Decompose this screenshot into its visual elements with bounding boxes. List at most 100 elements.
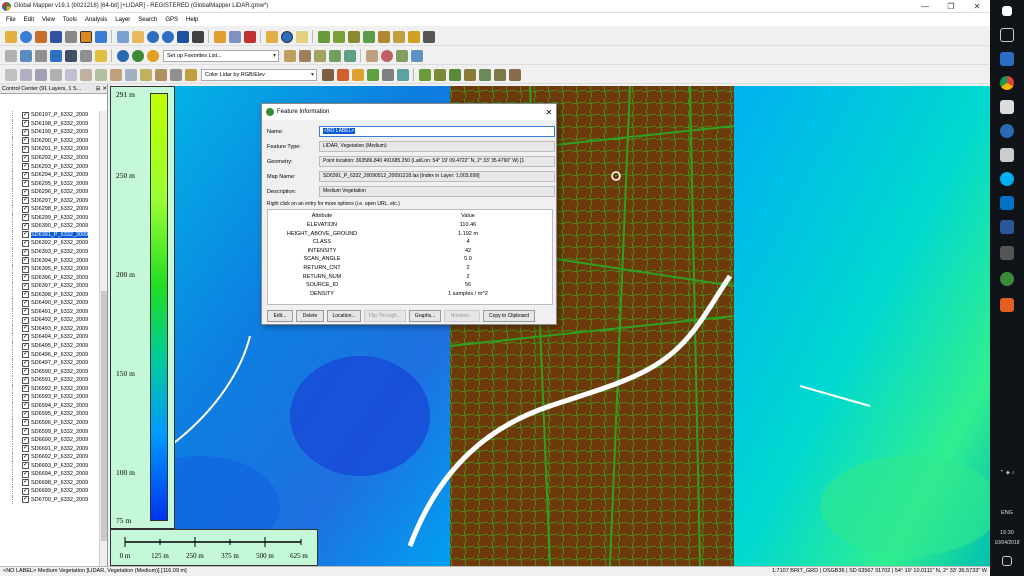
clock-time[interactable]: 16:30 [990, 530, 1024, 536]
lidar-class-icon[interactable] [336, 68, 349, 81]
layer-row[interactable]: ✓ SD6492_P_6332_2009 [0, 316, 99, 325]
back-arrow-icon[interactable] [176, 30, 189, 43]
layer-row[interactable]: ✓ SD6295_P_6332_2009 [0, 179, 99, 188]
layer-checkbox[interactable]: ✓ [22, 453, 29, 461]
layer-row[interactable]: ✓ SD6596_P_6332_2009 [0, 418, 99, 428]
layer-checkbox[interactable]: ✓ [22, 368, 29, 376]
terrain-icon-3[interactable] [347, 30, 360, 43]
layer-checkbox[interactable]: ✓ [22, 205, 29, 213]
layer-checkbox[interactable]: ✓ [22, 436, 29, 444]
attribute-row[interactable]: RETURN_NUM 2 [268, 273, 554, 281]
scroll-thumb[interactable] [101, 291, 107, 541]
layer-row[interactable]: ✓ SD6699_P_6332_2009 [0, 487, 99, 496]
layer-checkbox[interactable]: ✓ [22, 239, 29, 247]
layer-row[interactable]: ✓ SD6692_P_6332_2009 [0, 452, 99, 462]
layer-row[interactable]: ✓ SD6691_P_6332_2009 [0, 444, 99, 453]
layer-checkbox[interactable]: ✓ [22, 333, 29, 341]
layer-row[interactable]: ✓ SD6198_P_6332_2009 [0, 119, 99, 129]
layer-row[interactable]: ✓ SD6490_P_6332_2009 [0, 299, 99, 308]
layer-row[interactable]: ✓ SD6296_P_6332_2009 [0, 187, 99, 197]
layer-row[interactable]: ✓ SD6297_P_6332_2009 [0, 196, 99, 206]
lidar-tool-icon-4[interactable] [410, 49, 423, 62]
hill-icon-4[interactable] [493, 68, 506, 81]
terrain-icon-4[interactable] [362, 30, 375, 43]
scale-icon[interactable] [49, 68, 62, 81]
layer-checkbox[interactable]: ✓ [22, 222, 29, 230]
pin-icon[interactable]: ⊟ [96, 84, 101, 93]
layer-row[interactable]: ✓ SD6694_P_6332_2009 [0, 469, 99, 479]
flip-through-button[interactable]: Flip-Through... [364, 310, 406, 322]
menu-analysis[interactable]: Analysis [85, 17, 107, 23]
tools-x-icon[interactable] [422, 30, 435, 43]
layer-checkbox[interactable]: ✓ [22, 428, 29, 435]
control-center-icon[interactable] [79, 30, 92, 43]
attribute-row[interactable]: CLASS 4 [268, 238, 554, 246]
print-icon[interactable] [64, 30, 77, 43]
app-icon-12[interactable] [1000, 298, 1014, 312]
layer-checkbox[interactable]: ✓ [22, 479, 29, 487]
layer-row[interactable]: ✓ SD6393_P_6332_2009 [0, 247, 99, 257]
delete-button[interactable]: Delete [296, 310, 324, 322]
layer-scrollbar[interactable] [99, 111, 107, 566]
layer-checkbox[interactable]: ✓ [22, 137, 29, 145]
digitize-point-icon[interactable] [313, 49, 326, 62]
sync-icon[interactable] [146, 49, 159, 62]
terrain-icon-1[interactable] [317, 30, 330, 43]
attribute-row[interactable]: SCAN_ANGLE 5.0 [268, 255, 554, 263]
geometry-field[interactable]: Point location: 363586.840 491685.250 (L… [319, 156, 555, 167]
save-icon[interactable] [49, 30, 62, 43]
layer-row[interactable]: ✓ SD6394_P_6332_2009 [0, 256, 99, 265]
layer-checkbox[interactable]: ✓ [22, 282, 29, 290]
menu-tools[interactable]: Tools [63, 17, 77, 23]
layers-icon[interactable] [49, 49, 62, 62]
layer-checkbox[interactable]: ✓ [22, 180, 29, 188]
tree-icon[interactable] [448, 68, 461, 81]
shape-icon-8[interactable] [169, 68, 182, 81]
pin-icon[interactable] [19, 49, 32, 62]
layer-row[interactable]: ✓ SD6491_P_6332_2009 [0, 307, 99, 317]
lidar-filter-icon[interactable] [351, 68, 364, 81]
lidar-icon-4[interactable] [366, 68, 379, 81]
3d-view-icon[interactable] [64, 49, 77, 62]
measure-icon[interactable] [265, 30, 278, 43]
attribute-row[interactable]: ELEVATION 110.46 [268, 221, 554, 229]
menu-help[interactable]: Help [186, 17, 198, 23]
terrain-icon-2[interactable] [332, 30, 345, 43]
layer-row[interactable]: ✓ SD6292_P_6332_2009 [0, 153, 99, 163]
layer-checkbox[interactable]: ✓ [22, 265, 29, 273]
layer-checkbox[interactable]: ✓ [22, 128, 29, 136]
online-globe-icon[interactable] [116, 49, 129, 62]
layer-checkbox[interactable]: ✓ [22, 257, 29, 265]
graphs-button[interactable]: Graphs... [409, 310, 441, 322]
shader-combo[interactable]: Color Lidar by RGB/Elev [201, 68, 317, 81]
zoom-out-icon[interactable] [161, 30, 174, 43]
pencil-icon[interactable] [213, 30, 226, 43]
layer-checkbox[interactable]: ✓ [22, 487, 29, 495]
layer-checkbox[interactable]: ✓ [22, 248, 29, 256]
lidar-target-icon[interactable] [380, 49, 393, 62]
layer-row[interactable]: ✓ SD6591_P_6332_2009 [0, 375, 99, 385]
chart-icon[interactable] [94, 49, 107, 62]
hill-icon-2[interactable] [433, 68, 446, 81]
layer-row[interactable]: ✓ SD6294_P_6332_2009 [0, 170, 99, 180]
shape-icon-5[interactable] [124, 68, 137, 81]
attribute-row[interactable]: DENSITY 1 samples / m^2 [268, 290, 554, 298]
split-icon[interactable] [19, 68, 32, 81]
task-view-icon[interactable] [1000, 28, 1014, 42]
skype-icon[interactable] [1000, 172, 1014, 186]
layer-checkbox[interactable]: ✓ [22, 462, 29, 470]
layer-row[interactable]: ✓ SD6290_P_6332_2009 [0, 136, 99, 146]
shape-icon-2[interactable] [79, 68, 92, 81]
layer-row[interactable]: ✓ SD6299_P_6332_2009 [0, 213, 99, 223]
lidar-icon-6[interactable] [396, 68, 409, 81]
layer-row[interactable]: ✓ SD6396_P_6332_2009 [0, 273, 99, 282]
app-icon-10[interactable] [1000, 246, 1014, 260]
attribute-row[interactable]: RETURN_CNT 2 [268, 264, 554, 272]
layer-checkbox[interactable]: ✓ [22, 393, 29, 401]
layer-checkbox[interactable]: ✓ [22, 197, 29, 205]
layer-row[interactable]: ✓ SD6291_P_6332_2009 [0, 145, 99, 154]
shape-icon-4[interactable] [109, 68, 122, 81]
table-icon[interactable] [79, 49, 92, 62]
chrome-icon[interactable] [1000, 76, 1014, 90]
ruler-icon[interactable] [184, 68, 197, 81]
